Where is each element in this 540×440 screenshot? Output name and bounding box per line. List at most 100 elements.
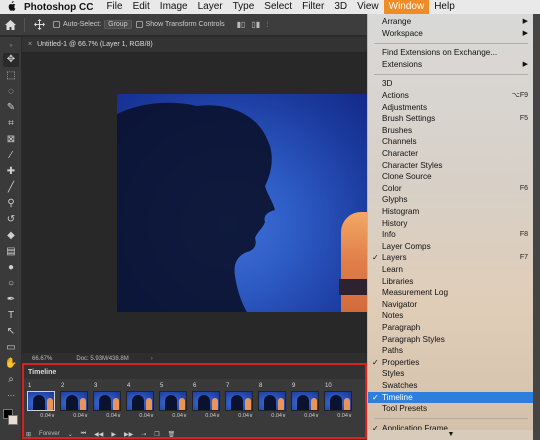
healing-brush-icon[interactable]: ✚ (3, 165, 19, 179)
app-name-menu[interactable]: Photoshop CC (22, 2, 101, 13)
menu-item-libraries[interactable]: Libraries (368, 276, 533, 288)
align-right-icon[interactable]: ⫶ (266, 20, 268, 30)
menu-select[interactable]: Select (259, 0, 297, 14)
menu-item-learn[interactable]: Learn (368, 264, 533, 276)
pen-tool-icon[interactable]: ✒ (3, 293, 19, 307)
menu-item-paragraph-styles[interactable]: Paragraph Styles (368, 334, 533, 346)
menu-item-brushes[interactable]: Brushes (368, 125, 533, 137)
menu-layer[interactable]: Layer (193, 0, 228, 14)
dodge-tool-icon[interactable]: ○ (3, 277, 19, 291)
menu-item-workspace[interactable]: Workspace ▶ (368, 28, 533, 40)
menu-item-adjustments[interactable]: Adjustments (368, 102, 533, 114)
menu-item-layers[interactable]: ✓ Layers F7 (368, 252, 533, 264)
menu-view[interactable]: View (352, 0, 384, 14)
loop-dropdown[interactable]: Forever (39, 431, 60, 437)
frame-delay[interactable]: 0.04∨ (337, 413, 352, 419)
menu-image[interactable]: Image (155, 0, 193, 14)
frame-delay[interactable]: 0.04∨ (304, 413, 319, 419)
crop-tool-icon[interactable]: ⌗ (3, 117, 19, 131)
first-frame-icon[interactable]: ⏮ (81, 431, 86, 438)
menu-item-info[interactable]: Info F8 (368, 229, 533, 241)
frame[interactable]: 6 0.04∨ (191, 383, 221, 423)
quick-select-tool-icon[interactable]: ✎ (3, 101, 19, 115)
menu-item-notes[interactable]: Notes (368, 310, 533, 322)
menu-item-timeline[interactable]: ✓ Timeline (368, 391, 533, 404)
path-select-icon[interactable]: ↖ (3, 325, 19, 339)
delete-frame-icon[interactable]: 🗑 (168, 431, 176, 438)
timeline-tab[interactable]: Timeline (22, 365, 367, 379)
clone-stamp-icon[interactable]: ⚲ (3, 197, 19, 211)
frame[interactable]: 7 0.04∨ (224, 383, 254, 423)
more-tools-icon[interactable]: ··· (3, 389, 19, 403)
menu-item-styles[interactable]: Styles (368, 368, 533, 380)
move-tool-icon[interactable] (29, 16, 49, 34)
loop-chevron-icon[interactable]: ⌄ (68, 431, 73, 438)
frame-delay[interactable]: 0.04∨ (172, 413, 187, 419)
frame-delay[interactable]: 0.04∨ (73, 413, 88, 419)
marquee-tool-icon[interactable]: ⬚ (3, 69, 19, 83)
menu-item-actions[interactable]: Actions ⌥F9 (368, 90, 533, 102)
menu-help[interactable]: Help (429, 0, 460, 14)
menu-item-layer-comps[interactable]: Layer Comps (368, 241, 533, 253)
menu-item-paragraph[interactable]: Paragraph (368, 322, 533, 334)
type-tool-icon[interactable]: T (3, 309, 19, 323)
frame-delay[interactable]: 0.04∨ (106, 413, 121, 419)
history-brush-icon[interactable]: ↺ (3, 213, 19, 227)
menu-scroll-down-icon[interactable]: ▼ (368, 430, 533, 440)
document-tab[interactable]: × Untitled-1 @ 66.7% (Layer 1, RGB/8) (22, 37, 367, 53)
frame[interactable]: 8 0.04∨ (257, 383, 287, 423)
menu-item-measurement-log[interactable]: Measurement Log (368, 287, 533, 299)
menu-item-tool-presets[interactable]: Tool Presets (368, 403, 533, 415)
zoom-tool-icon[interactable]: ⌕ (3, 373, 19, 387)
menu-item-clone-source[interactable]: Clone Source (368, 171, 533, 183)
menu-item-navigator[interactable]: Navigator (368, 299, 533, 311)
convert-icon[interactable]: ⊞ (26, 431, 31, 438)
auto-select-checkbox[interactable] (53, 21, 60, 28)
blur-tool-icon[interactable]: ● (3, 261, 19, 275)
menu-window[interactable]: Window (383, 0, 430, 14)
brush-tool-icon[interactable]: ╱ (3, 181, 19, 195)
menu-item-swatches[interactable]: Swatches (368, 380, 533, 392)
menu-file[interactable]: File (101, 0, 127, 14)
apple-icon[interactable] (0, 0, 22, 14)
menu-item-find-extensions-on-exchange[interactable]: Find Extensions on Exchange... (368, 47, 533, 59)
doc-info[interactable]: Doc: 5.93M/438.8M (76, 356, 128, 362)
menu-type[interactable]: Type (228, 0, 260, 14)
menu-item-arrange[interactable]: Arrange ▶ (368, 16, 533, 28)
home-icon[interactable] (0, 16, 20, 34)
hand-tool-icon[interactable]: ✋ (3, 357, 19, 371)
close-tab-icon[interactable]: × (28, 41, 32, 48)
menu-item-character-styles[interactable]: Character Styles (368, 160, 533, 172)
frame[interactable]: 5 0.04∨ (158, 383, 188, 423)
zoom-level[interactable]: 66.67% (32, 356, 52, 362)
show-transform-checkbox[interactable] (135, 21, 143, 28)
frame[interactable]: 4 0.04∨ (125, 383, 155, 423)
menu-edit[interactable]: Edit (128, 0, 155, 14)
eraser-tool-icon[interactable]: ◆ (3, 229, 19, 243)
next-frame-icon[interactable]: ▶▶ (124, 431, 133, 438)
menu-item-character[interactable]: Character (368, 148, 533, 160)
canvas-area[interactable] (22, 53, 367, 353)
menu-filter[interactable]: Filter (297, 0, 329, 14)
frame-delay[interactable]: 0.04∨ (271, 413, 286, 419)
tween-icon[interactable]: ⇢ (141, 431, 146, 438)
frame[interactable]: 10 0.04∨ (323, 383, 353, 423)
shape-tool-icon[interactable]: ▭ (3, 341, 19, 355)
auto-select-dropdown[interactable]: Group (104, 20, 132, 29)
move-tool-icon[interactable]: ✥ (3, 53, 19, 67)
frame-tool-icon[interactable]: ⊠ (3, 133, 19, 147)
frame-delay[interactable]: 0.04∨ (40, 413, 55, 419)
frame-delay[interactable]: 0.04∨ (238, 413, 253, 419)
gradient-tool-icon[interactable]: ▤ (3, 245, 19, 259)
frame[interactable]: 1 0.04∨ (26, 383, 56, 423)
frame[interactable]: 2 0.04∨ (59, 383, 89, 423)
lasso-tool-icon[interactable]: ◌ (3, 85, 19, 99)
align-left-icon[interactable]: ▮▯ (237, 20, 246, 30)
frame-delay[interactable]: 0.04∨ (205, 413, 220, 419)
menu-item-histogram[interactable]: Histogram (368, 206, 533, 218)
status-arrow-icon[interactable]: › (151, 356, 153, 362)
menu-item-extensions[interactable]: Extensions ▶ (368, 59, 533, 71)
menu-item-channels[interactable]: Channels (368, 136, 533, 148)
align-center-icon[interactable]: ▯▮ (251, 20, 260, 30)
frame[interactable]: 3 0.04∨ (92, 383, 122, 423)
